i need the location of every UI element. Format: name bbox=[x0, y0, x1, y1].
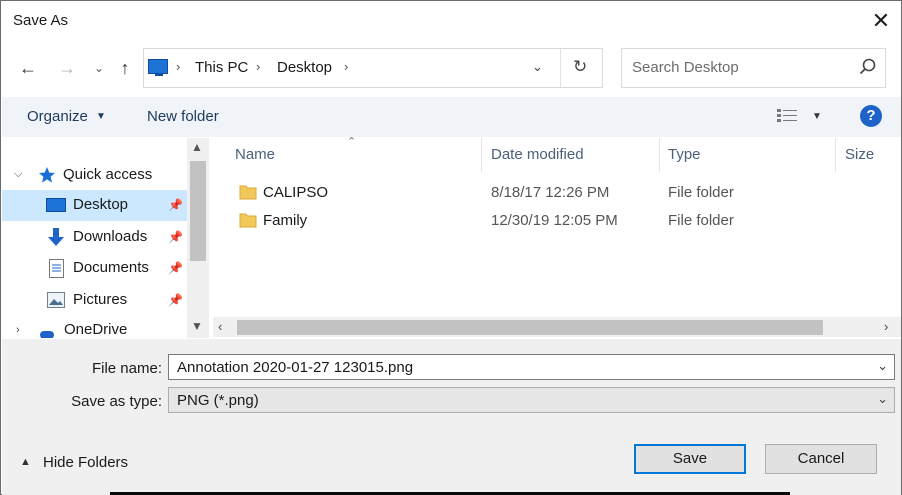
organize-menu[interactable]: Organize bbox=[27, 108, 88, 125]
pin-icon[interactable]: 📌 bbox=[168, 261, 183, 275]
up-arrow-icon[interactable]: ↑ bbox=[113, 55, 137, 81]
save-button[interactable]: Save bbox=[634, 444, 746, 474]
file-name-value: Annotation 2020-01-27 123015.png bbox=[177, 359, 414, 376]
pin-icon[interactable]: 📌 bbox=[168, 198, 183, 212]
close-button[interactable]: ✕ bbox=[867, 6, 895, 36]
hscrollbar-thumb[interactable] bbox=[237, 320, 823, 335]
file-name-label: File name: bbox=[91, 360, 162, 377]
chevron-down-icon[interactable]: ⌄ bbox=[877, 391, 888, 407]
file-type: File folder bbox=[668, 212, 734, 229]
save-options-panel: File name: Annotation 2020-01-27 123015.… bbox=[2, 339, 901, 495]
scroll-down-icon[interactable]: ▼ bbox=[191, 319, 203, 333]
window-title: Save As bbox=[13, 12, 69, 29]
save-as-dialog: Save As ✕ ← → ⌄ ↑ › This PC › Desktop › … bbox=[0, 0, 902, 495]
address-divider bbox=[560, 49, 561, 87]
pin-icon[interactable]: 📌 bbox=[168, 230, 183, 244]
refresh-icon[interactable]: ↻ bbox=[573, 57, 587, 77]
nav-item-desktop[interactable]: Desktop 📌 bbox=[2, 190, 188, 221]
column-divider[interactable] bbox=[835, 138, 836, 172]
file-name-input[interactable]: Annotation 2020-01-27 123015.png ⌄ bbox=[168, 354, 895, 380]
onedrive-cloud-icon bbox=[40, 331, 54, 338]
view-options-icon[interactable] bbox=[777, 108, 799, 124]
search-icon[interactable] bbox=[858, 57, 878, 77]
star-icon bbox=[39, 167, 55, 183]
quick-access-label[interactable]: Quick access bbox=[63, 166, 152, 183]
help-icon[interactable]: ? bbox=[860, 105, 882, 127]
column-header-date[interactable]: Date modified bbox=[491, 146, 584, 163]
scroll-up-icon[interactable]: ▲ bbox=[191, 140, 203, 154]
organize-dropdown-icon[interactable]: ▼ bbox=[96, 111, 106, 122]
nav-item-pictures[interactable]: Pictures 📌 bbox=[2, 285, 188, 316]
nav-item-label: Desktop bbox=[73, 196, 129, 213]
sort-ascending-icon: ⌃ bbox=[347, 136, 357, 148]
navigation-pane: ⌵ Quick access Desktop 📌 Downloads 📌 Doc… bbox=[2, 138, 210, 338]
file-row[interactable]: CALIPSO 8/18/17 12:26 PM File folder bbox=[237, 180, 837, 206]
hide-folders-button[interactable]: Hide Folders bbox=[43, 454, 128, 471]
column-header-type[interactable]: Type bbox=[668, 146, 701, 163]
nav-item-onedrive[interactable]: › OneDrive bbox=[2, 321, 188, 338]
breadcrumb-desktop[interactable]: Desktop bbox=[277, 59, 332, 76]
nav-item-label: OneDrive bbox=[64, 321, 128, 338]
file-name: Family bbox=[263, 212, 308, 229]
cancel-button[interactable]: Cancel bbox=[765, 444, 877, 474]
desktop-icon bbox=[46, 198, 66, 212]
search-input[interactable]: Search Desktop bbox=[621, 48, 886, 88]
column-divider[interactable] bbox=[481, 138, 482, 172]
chevron-up-icon[interactable]: ▲ bbox=[20, 456, 31, 468]
pin-icon[interactable]: 📌 bbox=[168, 293, 183, 307]
back-arrow-icon[interactable]: ← bbox=[16, 55, 40, 81]
column-divider[interactable] bbox=[659, 138, 660, 172]
nav-item-label: Pictures bbox=[73, 291, 128, 308]
recent-locations-chevron-icon[interactable]: ⌄ bbox=[87, 55, 111, 81]
scroll-left-icon[interactable]: ‹ bbox=[218, 319, 222, 334]
address-bar[interactable]: › This PC › Desktop › ⌄ ↻ bbox=[143, 48, 603, 88]
nav-item-label: Downloads bbox=[73, 228, 148, 245]
chevron-right-icon: › bbox=[344, 59, 349, 74]
file-row[interactable]: Family 12/30/19 12:05 PM File folder bbox=[237, 208, 837, 234]
save-as-type-value: PNG (*.png) bbox=[177, 392, 259, 409]
file-date: 8/18/17 12:26 PM bbox=[491, 184, 610, 201]
breadcrumb-this-pc[interactable]: This PC bbox=[195, 59, 248, 76]
chevron-right-icon: › bbox=[176, 59, 181, 74]
forward-arrow-icon[interactable]: → bbox=[55, 55, 79, 81]
scroll-right-icon[interactable]: › bbox=[884, 319, 888, 334]
chevron-down-icon[interactable]: ⌄ bbox=[877, 358, 888, 374]
save-as-type-label: Save as type: bbox=[71, 393, 162, 410]
collapse-chevron-icon[interactable]: ⌵ bbox=[14, 168, 22, 181]
save-as-type-select[interactable]: PNG (*.png) ⌄ bbox=[168, 387, 895, 413]
command-bar: Organize ▼ New folder ▼ ? bbox=[2, 97, 901, 137]
view-dropdown-icon[interactable]: ▼ bbox=[812, 111, 822, 122]
column-header-size[interactable]: Size bbox=[845, 146, 874, 163]
document-icon bbox=[49, 259, 64, 278]
nav-item-downloads[interactable]: Downloads 📌 bbox=[2, 222, 188, 253]
new-folder-button[interactable]: New folder bbox=[147, 108, 219, 125]
nav-scrollbar-thumb[interactable] bbox=[190, 161, 206, 261]
nav-item-label: Documents bbox=[73, 259, 149, 276]
address-dropdown-icon[interactable]: ⌄ bbox=[532, 59, 543, 75]
chevron-right-icon: › bbox=[256, 59, 261, 74]
expand-chevron-icon[interactable]: › bbox=[16, 324, 20, 336]
column-header-name[interactable]: Name bbox=[235, 146, 275, 163]
this-pc-icon bbox=[148, 59, 168, 76]
folder-icon bbox=[239, 213, 257, 228]
download-arrow-icon bbox=[48, 228, 64, 246]
nav-item-documents[interactable]: Documents 📌 bbox=[2, 253, 188, 284]
file-name: CALIPSO bbox=[263, 184, 329, 201]
search-placeholder: Search Desktop bbox=[632, 59, 739, 76]
pictures-icon bbox=[47, 292, 65, 308]
folder-icon bbox=[239, 185, 257, 200]
file-type: File folder bbox=[668, 184, 734, 201]
file-date: 12/30/19 12:05 PM bbox=[491, 212, 618, 229]
